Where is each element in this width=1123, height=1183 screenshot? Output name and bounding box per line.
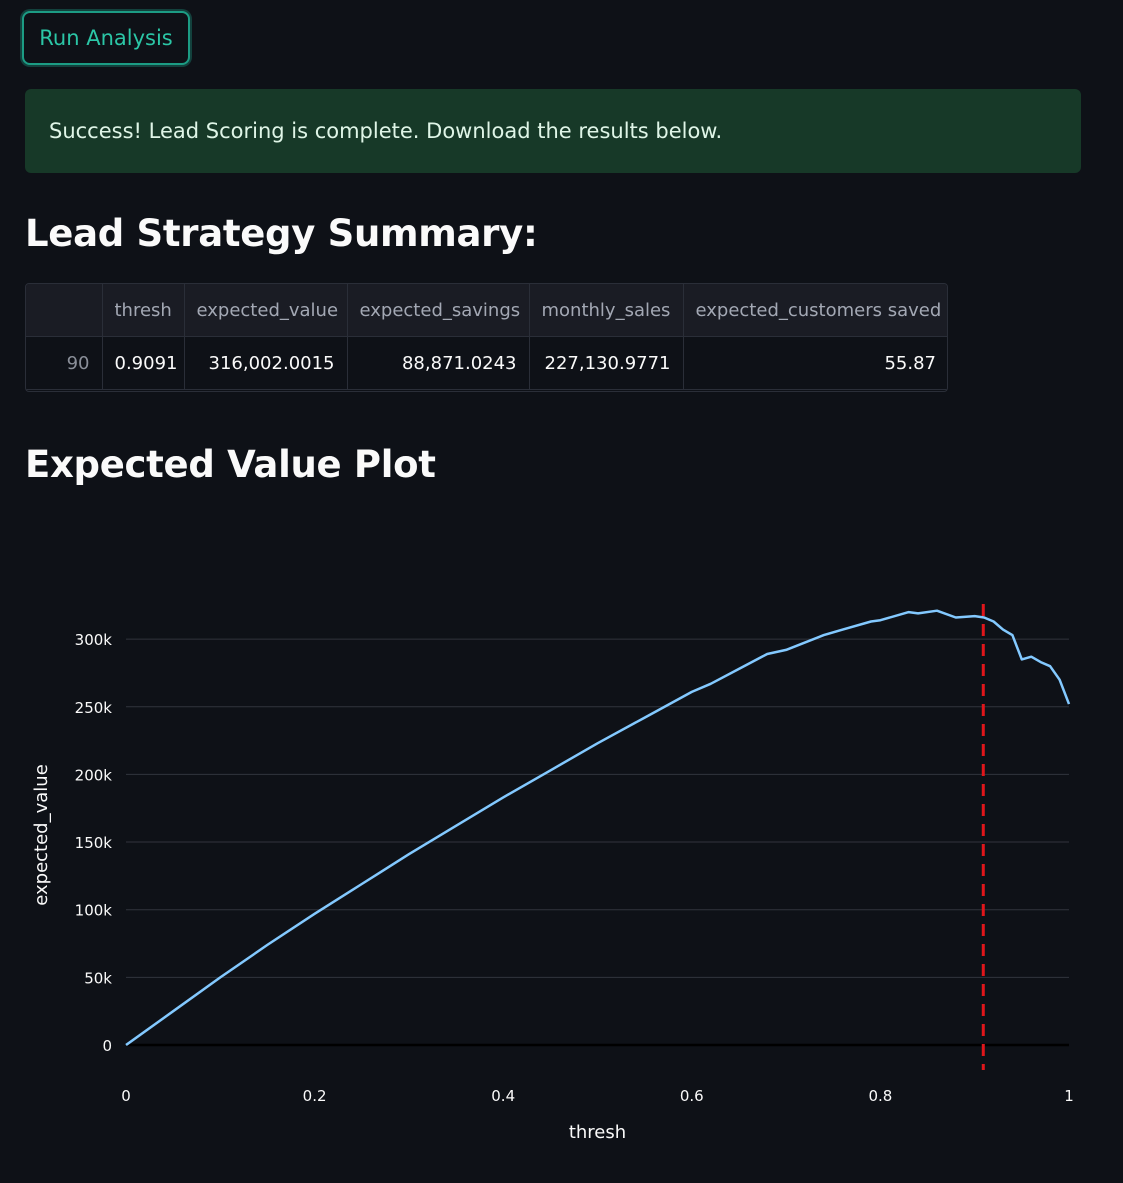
- y-axis-title: expected_value: [31, 764, 52, 906]
- row-index-cell: 90: [26, 336, 103, 390]
- x-tick-label: 0.8: [868, 1087, 892, 1105]
- plot-heading: Expected Value Plot: [25, 443, 436, 486]
- summary-heading: Lead Strategy Summary:: [25, 212, 538, 255]
- expected-customers-saved-cell[interactable]: 55.87: [683, 336, 947, 390]
- x-tick-label: 0.2: [303, 1087, 327, 1105]
- column-header-expected-value[interactable]: expected_value: [184, 284, 348, 337]
- monthly-sales-cell[interactable]: 227,130.9771: [529, 336, 684, 390]
- expected-value-cell[interactable]: 316,002.0015: [184, 336, 348, 390]
- column-header-expected-customers-saved[interactable]: expected_customers saved: [683, 284, 947, 337]
- expected-savings-cell[interactable]: 88,871.0243: [347, 336, 530, 390]
- success-alert: Success! Lead Scoring is complete. Downl…: [25, 89, 1081, 173]
- y-tick-label: 250k: [75, 699, 113, 717]
- thresh-cell[interactable]: 0.9091: [102, 336, 185, 390]
- x-axis-title: thresh: [569, 1122, 626, 1143]
- column-header-monthly-sales[interactable]: monthly_sales: [529, 284, 684, 337]
- streamlit-page: Run Analysis Success! Lead Scoring is co…: [0, 0, 1123, 1183]
- column-header-index: [26, 284, 103, 337]
- summary-table[interactable]: thresh expected_value expected_savings m…: [25, 283, 948, 392]
- expected-value-line[interactable]: [125, 609, 1071, 1047]
- run-analysis-button[interactable]: Run Analysis: [22, 11, 190, 65]
- table-header-row: thresh expected_value expected_savings m…: [26, 284, 947, 337]
- x-tick-label: 0.4: [491, 1087, 515, 1105]
- y-tick-label: 200k: [75, 766, 113, 784]
- table-row: 90 0.9091 316,002.0015 88,871.0243 227,1…: [26, 336, 947, 390]
- x-tick-label: 1: [1064, 1087, 1074, 1105]
- expected-value-chart[interactable]: 0 50k 100k 150k 200k 250k 300k 0 0.2 0.4 0.6 0.8 1 th…: [0, 500, 1123, 1183]
- x-tick-label: 0.6: [680, 1087, 704, 1105]
- column-header-expected-savings[interactable]: expected_savings: [347, 284, 530, 337]
- column-header-thresh[interactable]: thresh: [102, 284, 185, 337]
- success-message: Success! Lead Scoring is complete. Downl…: [49, 119, 723, 143]
- y-tick-label: 50k: [84, 969, 112, 987]
- x-tick-label: 0: [121, 1087, 131, 1105]
- y-tick-label: 100k: [75, 902, 113, 920]
- y-tick-label: 0: [102, 1037, 112, 1055]
- y-tick-label: 300k: [75, 631, 113, 649]
- y-tick-label: 150k: [75, 834, 113, 852]
